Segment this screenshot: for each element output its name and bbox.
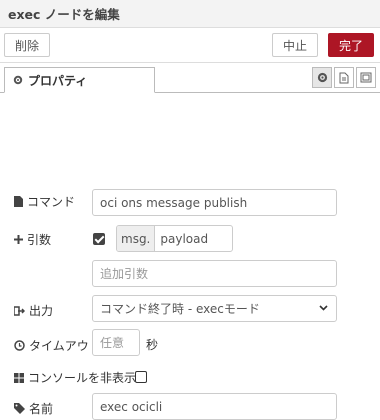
output-select[interactable]: コマンド終了時 - execモード	[92, 295, 337, 322]
windows-icon	[14, 372, 24, 383]
gear-icon	[317, 72, 328, 83]
timeout-unit: 秒	[146, 338, 159, 352]
hide-console-checkbox[interactable]	[135, 371, 147, 383]
timeout-input[interactable]: 任意	[92, 329, 140, 356]
page-title: exec ノードを編集	[8, 7, 120, 22]
tray-header: exec ノードを編集	[0, 0, 380, 28]
clock-icon	[14, 340, 25, 351]
file-icon	[14, 196, 23, 207]
delete-button[interactable]: 削除	[4, 33, 51, 57]
settings-tab-button[interactable]	[312, 67, 332, 88]
command-input[interactable]: oci ons message publish	[92, 189, 337, 216]
args-checkbox[interactable]	[93, 233, 105, 245]
gear-icon	[13, 75, 23, 85]
done-button[interactable]: 完了	[327, 33, 374, 57]
tabs-row: プロパティ	[0, 65, 380, 93]
document-icon	[339, 72, 349, 84]
args-typed-input[interactable]: msg. payload	[116, 225, 233, 252]
msg-prefix: msg.	[117, 226, 156, 251]
chevron-down-icon	[319, 305, 328, 311]
frame-icon	[360, 72, 372, 83]
appearance-tab-button[interactable]	[356, 67, 376, 88]
sign-out-icon	[14, 305, 25, 316]
args-label: 引数	[14, 231, 51, 248]
cancel-button[interactable]: 中止	[271, 33, 318, 57]
tab-label: プロパティ	[28, 73, 88, 88]
output-label: 出力	[14, 302, 53, 319]
extra-args-input[interactable]: 追加引数	[92, 260, 337, 287]
toolbar: 削除 中止 完了	[0, 28, 380, 63]
hide-console-label: コンソールを非表示	[14, 369, 136, 386]
args-value: payload	[160, 231, 209, 246]
tab-properties[interactable]: プロパティ	[4, 67, 155, 93]
description-tab-button[interactable]	[334, 67, 354, 88]
name-input[interactable]: exec ocicli	[92, 393, 337, 420]
name-label: 名前	[14, 400, 53, 417]
plus-icon	[14, 235, 23, 244]
tag-icon	[14, 403, 25, 414]
command-label: コマンド	[14, 193, 75, 210]
